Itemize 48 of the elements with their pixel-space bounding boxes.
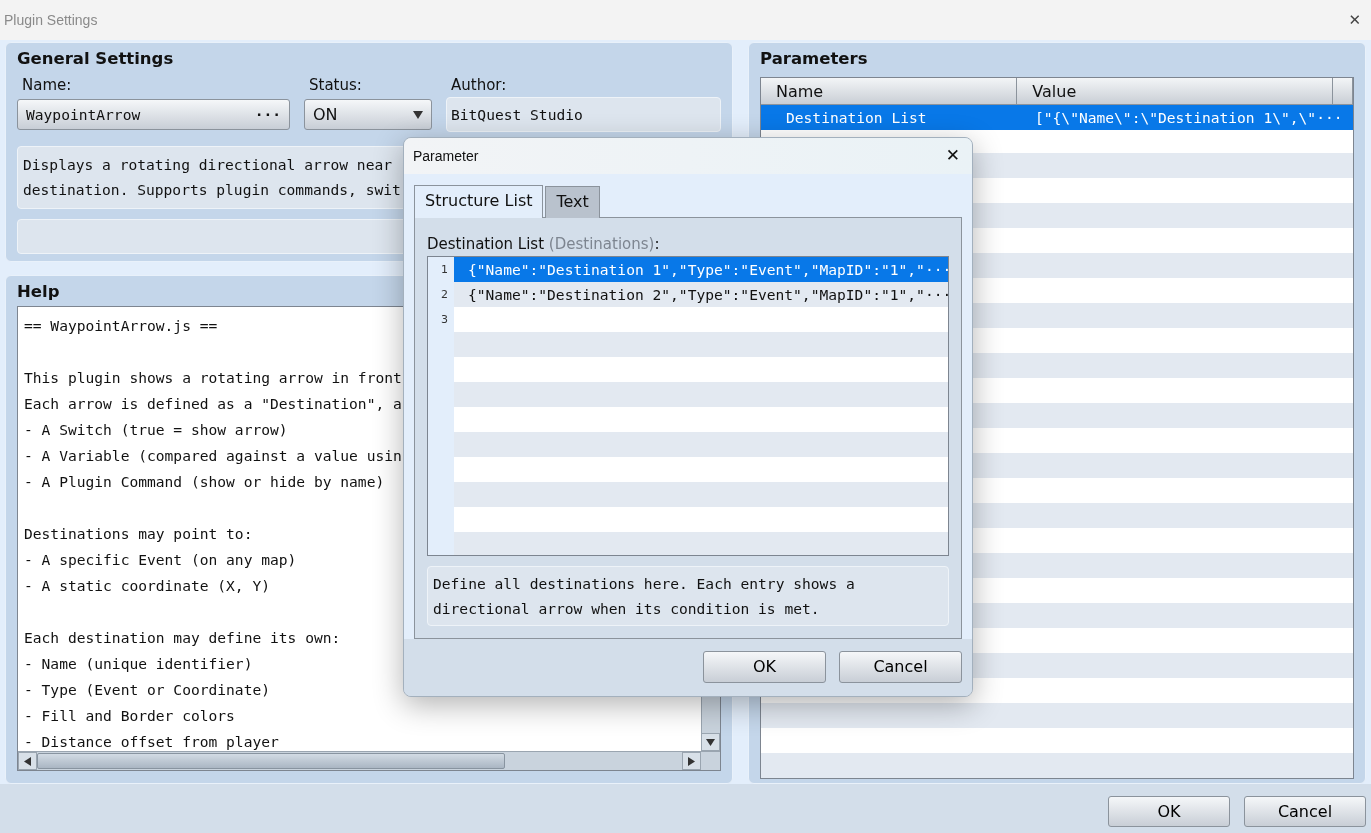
dialog-button[interactable]: OK bbox=[1108, 796, 1230, 827]
field-label: Name: bbox=[21, 75, 73, 96]
help-line: == WaypointArrow.js == bbox=[24, 316, 218, 336]
description-text: Define all destinations here. Each entry shows a directional arrow when its condition is met. bbox=[427, 566, 949, 626]
tab[interactable]: Structure List bbox=[414, 185, 544, 218]
dialog-button[interactable]: Cancel bbox=[1244, 796, 1366, 827]
help-line: This plugin shows a rotating arrow in front bbox=[24, 368, 402, 388]
list-item[interactable]: {"Name":"Destination 2","Type":"Event","MapID":"1","··· bbox=[454, 282, 948, 307]
line-number: 2 bbox=[440, 287, 449, 303]
scroll-down-icon[interactable] bbox=[706, 738, 715, 746]
horizontal-scrollbar[interactable] bbox=[18, 751, 720, 770]
column-header[interactable]: Name bbox=[761, 78, 1018, 104]
line-number: 3 bbox=[440, 312, 449, 328]
help-line: - Fill and Border colors bbox=[24, 706, 235, 726]
name-field[interactable]: WaypointArrow ··· bbox=[17, 99, 290, 130]
dialog-button[interactable]: OK bbox=[703, 651, 826, 683]
help-line: - A static coordinate (X, Y) bbox=[24, 576, 270, 596]
column-header[interactable]: Value bbox=[1017, 78, 1334, 104]
help-line: Each destination may define its own: bbox=[24, 628, 341, 648]
scroll-right-icon[interactable] bbox=[688, 756, 695, 766]
help-line: - Name (unique identifier) bbox=[24, 654, 253, 674]
help-line: Destinations may point to: bbox=[24, 524, 253, 544]
line-number: 1 bbox=[440, 262, 449, 278]
field-label: Author: bbox=[450, 75, 508, 96]
window-title: Plugin Settings bbox=[4, 10, 98, 30]
table-row[interactable]: Destination List ["{\"Name\":\"Destination 1\",\"··· bbox=[761, 105, 1353, 130]
tab[interactable]: Text bbox=[545, 186, 600, 218]
help-line: - A specific Event (on any map) bbox=[24, 550, 297, 570]
close-icon[interactable]: ✕ bbox=[1348, 8, 1361, 32]
scroll-left-icon[interactable] bbox=[24, 756, 31, 766]
help-line: - A Plugin Command (show or hide by name) bbox=[24, 472, 385, 492]
panel-heading: Parameters bbox=[760, 48, 868, 70]
panel-heading: General Settings bbox=[17, 48, 174, 70]
help-line: Each arrow is defined as a "Destination", a bbox=[24, 394, 402, 414]
help-line: - Distance offset from player bbox=[24, 732, 279, 752]
author-field[interactable]: BitQuest Studio bbox=[446, 97, 721, 132]
list-item[interactable]: {"Name":"Destination 1","Type":"Event","MapID":"1","··· bbox=[454, 257, 948, 282]
dialog-button[interactable]: Cancel bbox=[839, 651, 962, 683]
dialog-title: Parameter bbox=[413, 146, 479, 166]
help-line: - A Switch (true = show arrow) bbox=[24, 420, 288, 440]
caret-icon[interactable] bbox=[413, 110, 423, 119]
field-label: Status: bbox=[308, 75, 363, 96]
panel-heading: Help bbox=[17, 281, 60, 303]
help-line: - A Variable (compared against a value usin bbox=[24, 446, 402, 466]
list-label: Destination List (Destinations): bbox=[427, 234, 661, 255]
status-dropdown[interactable]: ON bbox=[304, 99, 432, 130]
close-icon[interactable]: ✕ bbox=[945, 143, 960, 169]
help-line: - Type (Event or Coordinate) bbox=[24, 680, 270, 700]
